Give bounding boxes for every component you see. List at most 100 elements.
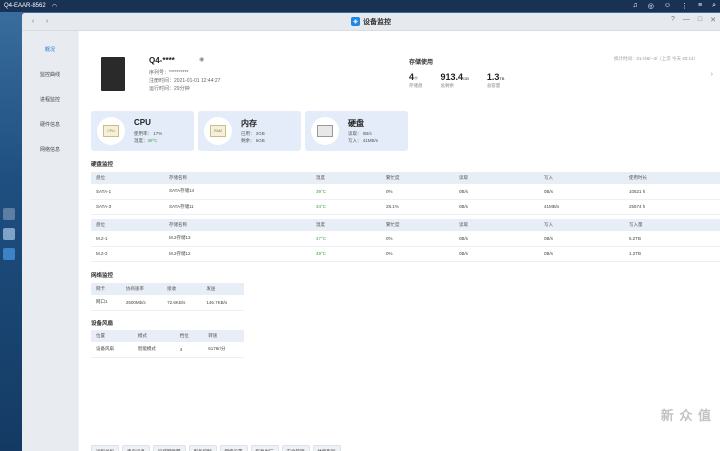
table-cell: 72.6KB/s xyxy=(162,295,202,311)
disk-title: 硬盘 xyxy=(348,119,364,128)
app-icon-apps[interactable] xyxy=(3,228,15,240)
table-cell: 0B/s xyxy=(539,246,624,262)
app-icon-monitor[interactable] xyxy=(3,248,15,260)
close-icon[interactable]: ✕ xyxy=(710,16,716,24)
table-cell: 146.7KB/s xyxy=(201,295,244,311)
sidebar-item-overview[interactable]: 概况 xyxy=(22,37,78,62)
table-cell: 47°C xyxy=(311,231,381,247)
table-cell: M.2-1 xyxy=(91,231,164,247)
column-header: 写入量 xyxy=(624,219,720,231)
action-button[interactable]: 安全管理 xyxy=(281,445,310,451)
chevron-right-icon[interactable]: › xyxy=(711,71,713,78)
cpu-usage: 使用率： 17% xyxy=(134,131,163,136)
action-button[interactable]: 服务控制 xyxy=(188,445,217,451)
action-button[interactable]: 重启设备 xyxy=(122,445,150,451)
column-header: 读取 xyxy=(454,172,539,184)
table-cell: 2500Mb/s xyxy=(120,295,163,311)
run-label: 运行时间： xyxy=(149,86,175,92)
table-cell: 25574 h xyxy=(624,199,720,215)
menu-icon[interactable]: ≡ xyxy=(698,2,702,10)
table-cell: 0% xyxy=(381,184,454,200)
run-value: 29分钟 xyxy=(174,86,190,92)
sata-disk-table: 盘位 存储名称 温度 繁忙度 读取 写入 使用时长 SATA-1 SATA存储14 39°C 0% 0… xyxy=(91,172,720,215)
table-cell: 0B/s xyxy=(454,199,539,215)
column-header: 温度 xyxy=(311,172,381,184)
reg-value: 2021-01-01 12:44:27 xyxy=(174,78,221,84)
action-button[interactable]: 休眠告别 xyxy=(312,445,341,451)
table-row: M.2-1 M.2存储13 47°C 0% 0B/s 0B/s 5.2TB xyxy=(91,231,720,247)
cpu-icon: CPU xyxy=(97,117,125,145)
action-button[interactable]: 恢复出厂 xyxy=(250,445,279,451)
grid-icon[interactable]: ⋮ xyxy=(681,2,688,10)
memory-title: 内存 xyxy=(241,119,257,128)
table-cell: 0B/s xyxy=(454,246,539,262)
back-icon[interactable]: ‹ xyxy=(28,17,38,27)
app-icon-files[interactable] xyxy=(3,208,15,220)
table-cell: 10521 h xyxy=(624,184,720,200)
table-cell: 34°C xyxy=(311,199,381,215)
column-header: 位置 xyxy=(91,330,133,342)
action-button[interactable]: 远程关机 xyxy=(91,445,119,451)
action-button[interactable]: 网络设置 xyxy=(219,445,248,451)
monitor-app-icon: ◈ xyxy=(351,17,360,26)
maximize-icon[interactable]: □ xyxy=(698,16,702,24)
sidebar-item-curves[interactable]: 监控曲线 xyxy=(22,62,78,87)
eye-icon[interactable]: ◉ xyxy=(199,56,204,63)
help-icon[interactable]: ? xyxy=(671,16,675,24)
table-row: SATA-3 SATA存储11 34°C 28.1% 0B/s 41MB/s 25574 h xyxy=(91,199,720,215)
table-cell: SATA存储14 xyxy=(164,184,311,200)
sidebar-item-network[interactable]: 网络信息 xyxy=(22,137,78,162)
app-window: ‹ › ◈ 设备监控 ? — □ ✕ 概况 监控曲线 进程监控 硬件信息 网络信… xyxy=(22,13,720,451)
disk-card[interactable]: 硬盘 读取： 0B/s 写入： 41MB/s xyxy=(305,111,408,151)
resource-cards: CPU CPU 使用率： 17% 温度：39°C RAM 内存 已用： 2GB … xyxy=(91,111,408,151)
column-header: 接收 xyxy=(162,283,202,295)
table-cell: 4 xyxy=(174,342,204,358)
column-header: 读取 xyxy=(454,219,539,231)
minimize-icon[interactable]: — xyxy=(683,16,690,24)
sidebar-item-hardware[interactable]: 硬件信息 xyxy=(22,112,78,137)
column-header: 盘位 xyxy=(91,172,164,184)
forward-icon[interactable]: › xyxy=(42,17,52,27)
sidebar: 概况 监控曲线 进程监控 硬件信息 网络信息 xyxy=(22,31,78,451)
table-cell: SATA-1 xyxy=(91,184,164,200)
column-header: 存储名称 xyxy=(164,219,311,231)
table-row: 设备风扇 智能模式 4 6178r/分 xyxy=(91,342,244,358)
disk-write: 写入： 41MB/s xyxy=(348,138,379,143)
disk-icon xyxy=(311,117,339,145)
cpu-card[interactable]: CPU CPU 使用率： 17% 温度：39°C xyxy=(91,111,194,151)
user-icon[interactable]: ☺ xyxy=(664,2,671,10)
table-cell: 0B/s xyxy=(539,184,624,200)
action-button[interactable]: 局域网唤醒 xyxy=(153,445,186,451)
memory-icon: RAM xyxy=(204,117,232,145)
memory-card[interactable]: RAM 内存 已用： 2GB 剩余： 6GB xyxy=(198,111,301,151)
device-image xyxy=(101,57,125,91)
storage-usage: 存储使用 4个 存储盘 913.4GB 总剩余 1.3TB 总容量 xyxy=(409,57,504,89)
table-cell: 0B/s xyxy=(539,231,624,247)
sidebar-item-processes[interactable]: 进程监控 xyxy=(22,87,78,112)
table-cell: 1.2TB xyxy=(624,246,720,262)
column-header: 写入 xyxy=(539,172,624,184)
column-header: 档位 xyxy=(174,330,204,342)
reg-label: 注册时间： xyxy=(149,78,175,84)
window-title: 设备监控 xyxy=(363,18,391,26)
table-cell: 网口1 xyxy=(91,295,121,311)
fan-title: 设备风扇 xyxy=(91,321,114,327)
table-cell: 49°C xyxy=(311,246,381,262)
column-header: 写入 xyxy=(539,219,624,231)
table-cell: 39°C xyxy=(311,184,381,200)
main-panel: Q4-**** ◉ 序列号：********** 注册时间：2021-01-01… xyxy=(79,31,720,451)
help-icon[interactable]: ◎ xyxy=(648,2,654,10)
table-cell: 0B/s xyxy=(454,184,539,200)
os-topbar: Q4-EAAR-8562 ◠ ♫ ◎ ☺ ⋮ ≡ ⌕ xyxy=(0,0,720,12)
disk-read: 读取： 0B/s xyxy=(348,131,372,136)
table-row: SATA-1 SATA存储14 39°C 0% 0B/s 0B/s 10521 h xyxy=(91,184,720,200)
table-cell: 0B/s xyxy=(454,231,539,247)
bell-icon[interactable]: ♫ xyxy=(632,2,637,10)
search-icon[interactable]: ⌕ xyxy=(712,2,716,10)
disk-monitor-title: 硬盘监控 xyxy=(91,162,114,168)
dock xyxy=(0,200,18,268)
m2-disk-table: 盘位 存储名称 温度 繁忙度 读取 写入 写入量 M.2-1 M.2存储13 47°C 0% 0B/s… xyxy=(91,219,720,262)
stats-time-note: 统计时间：01-/48/--3/（上次 今天 20:14） xyxy=(613,56,698,61)
action-bar: 远程关机重启设备局域网唤醒服务控制网络设置恢复出厂安全管理休眠告别 xyxy=(91,445,341,451)
table-row: 网口1 2500Mb/s 72.6KB/s 146.7KB/s xyxy=(91,295,244,311)
